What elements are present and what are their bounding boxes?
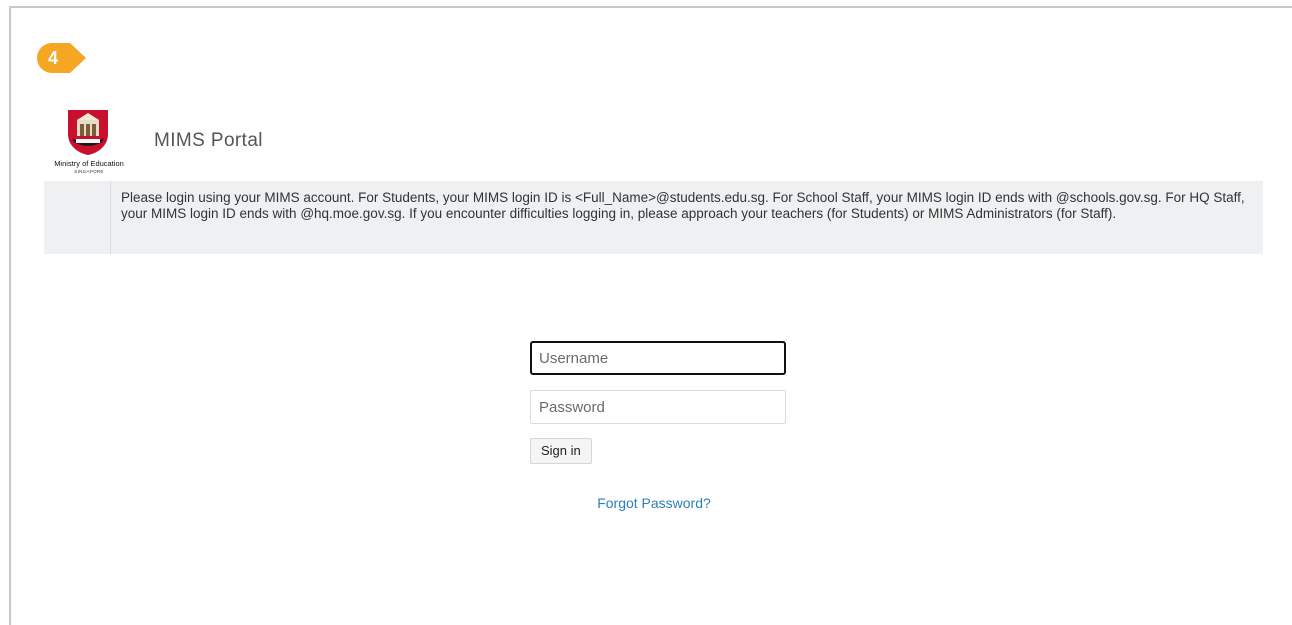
- logo-subtitle: SINGAPORE: [74, 169, 104, 174]
- notice-text: Please login using your MIMS account. Fo…: [121, 190, 1245, 221]
- moe-crest-icon: [68, 110, 108, 155]
- login-form: Sign in: [530, 341, 786, 464]
- step-badge: 4: [36, 42, 88, 74]
- login-notice: Please login using your MIMS account. Fo…: [44, 181, 1263, 254]
- logo-name: Ministry of Education: [54, 159, 124, 168]
- page-frame: [9, 6, 1292, 625]
- password-input[interactable]: [530, 390, 786, 424]
- page-title: MIMS Portal: [154, 130, 263, 151]
- forgot-password-link[interactable]: Forgot Password?: [530, 495, 778, 511]
- sign-in-button[interactable]: Sign in: [530, 438, 592, 464]
- step-number: 4: [47, 48, 58, 68]
- notice-divider: [110, 181, 111, 254]
- moe-logo: Ministry of Education SINGAPORE: [46, 108, 146, 174]
- username-input[interactable]: [530, 341, 786, 375]
